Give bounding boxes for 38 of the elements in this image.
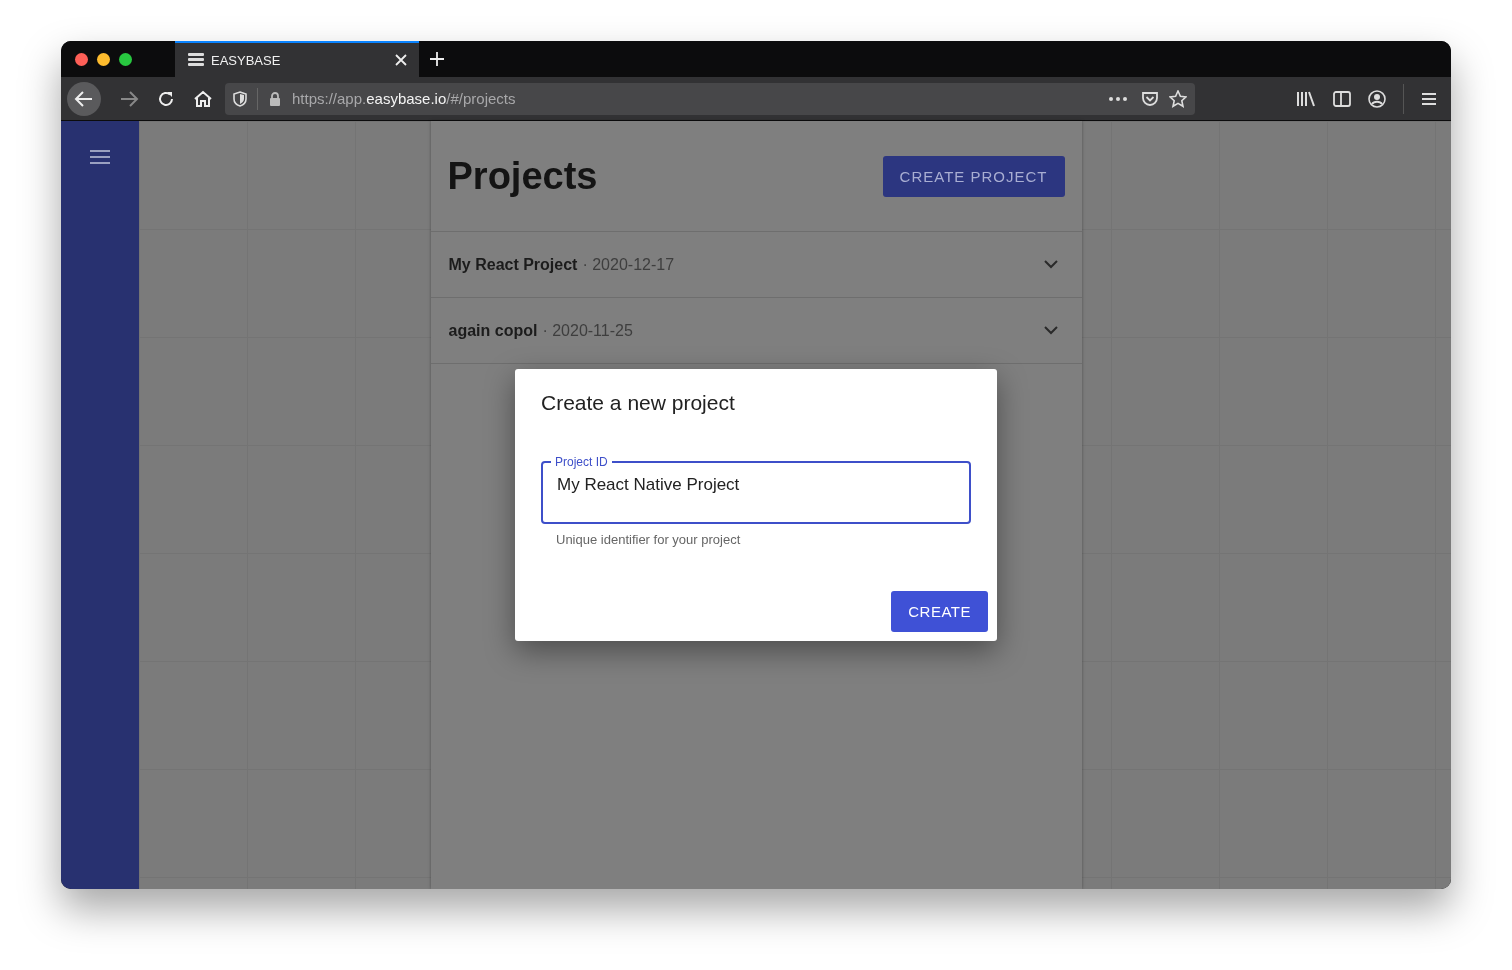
chevron-icon[interactable] [1043, 326, 1058, 335]
shield-icon [233, 90, 247, 107]
project-row[interactable]: My React Project · 2020-12-17 [430, 232, 1082, 298]
library-icon[interactable] [1296, 90, 1316, 107]
tab-title: EASYBASE [211, 52, 282, 68]
project-date: · 2020-11-25 [542, 321, 633, 340]
forward-icon[interactable] [119, 89, 139, 108]
project-id-field[interactable]: Project ID My React Native Project [541, 455, 971, 524]
address-bar[interactable]: https://app.easybase.io/#/projects [225, 82, 1195, 115]
minimize-window-button[interactable] [97, 52, 110, 66]
more-icon[interactable] [1109, 96, 1127, 101]
project-name: again copol [448, 321, 538, 340]
zoom-window-button[interactable] [119, 52, 132, 66]
lock-icon [268, 90, 282, 107]
home-icon[interactable] [193, 89, 213, 108]
pocket-icon[interactable] [1141, 90, 1159, 107]
project-date: · 2020-12-17 [582, 255, 675, 274]
account-icon[interactable] [1368, 89, 1386, 108]
create-button[interactable]: CREATE [891, 591, 988, 632]
dialog-title: Create a new project [541, 391, 736, 415]
helper-text: Unique identifier for your project [555, 532, 742, 547]
project-name: My React Project [448, 255, 578, 274]
page-title: Projects [447, 154, 598, 198]
reload-icon[interactable] [157, 89, 175, 108]
browser-tab[interactable]: EASYBASE [175, 41, 419, 77]
close-window-button[interactable] [75, 52, 88, 66]
url-text[interactable]: https://app.easybase.io/#/projects [292, 90, 516, 107]
close-tab-icon[interactable] [395, 54, 407, 66]
sidebar-icon[interactable] [1333, 90, 1351, 107]
project-row[interactable]: again copol · 2020-11-25 [430, 298, 1082, 364]
menu-icon[interactable] [90, 150, 110, 164]
chevron-icon[interactable] [1043, 260, 1058, 269]
new-tab-icon[interactable] [429, 51, 445, 67]
database-icon [187, 52, 205, 68]
back-arrow-icon [74, 89, 94, 108]
back-button[interactable] [67, 81, 101, 116]
star-icon[interactable] [1169, 89, 1187, 108]
create-project-button[interactable]: CREATE PROJECT [882, 155, 1065, 197]
